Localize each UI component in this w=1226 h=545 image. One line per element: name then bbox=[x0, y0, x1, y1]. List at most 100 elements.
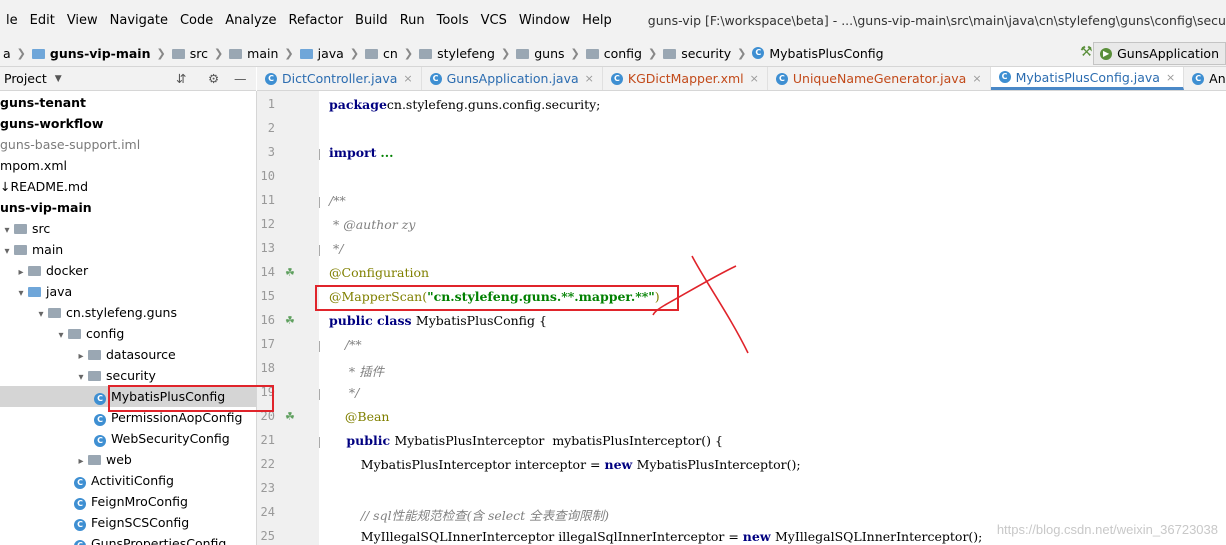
code-token: */ bbox=[329, 385, 360, 400]
breadcrumb-item[interactable]: guns-vip-main ❯ bbox=[29, 46, 169, 61]
class-icon: C bbox=[94, 393, 106, 405]
tree-item-label: WebSecurityConfig bbox=[111, 431, 230, 446]
tree-item[interactable]: ▾ src bbox=[0, 218, 256, 239]
tab-annotationbe[interactable]: C AnnotationBe bbox=[1184, 67, 1226, 90]
tree-item[interactable]: C WebSecurityConfig bbox=[0, 428, 256, 449]
code-line: @Bean bbox=[329, 409, 390, 424]
tree-item[interactable]: mpom.xml bbox=[0, 155, 256, 176]
build-hammer-icon[interactable]: ⚒ bbox=[1080, 44, 1093, 60]
tree-item[interactable]: ▸ datasource bbox=[0, 344, 256, 365]
chevron-down-icon[interactable]: ▼ bbox=[55, 74, 62, 84]
tree-item-label: datasource bbox=[106, 347, 176, 362]
file-type-icon: C bbox=[998, 71, 1011, 83]
spring-bean-icon[interactable]: ☘ bbox=[285, 266, 295, 279]
menu-item-run[interactable]: Run bbox=[394, 13, 431, 28]
maven-icon: m bbox=[0, 158, 13, 173]
breadcrumb-item[interactable]: stylefeng ❯ bbox=[416, 46, 513, 61]
line-number: 18 bbox=[260, 361, 275, 375]
tab-kgdictmapper-xml[interactable]: C KGDictMapper.xml × bbox=[603, 67, 768, 90]
close-icon[interactable]: × bbox=[585, 72, 594, 85]
tree-item[interactable]: uns-vip-main bbox=[0, 197, 256, 218]
breadcrumb-item[interactable]: a ❯ bbox=[0, 46, 29, 61]
menu-item-edit[interactable]: Edit bbox=[24, 13, 61, 28]
line-number: 1 bbox=[267, 97, 275, 111]
tree-item[interactable]: ▾ main bbox=[0, 239, 256, 260]
breadcrumb-item[interactable]: cn ❯ bbox=[362, 46, 416, 61]
menu-item-help[interactable]: Help bbox=[576, 13, 618, 28]
breadcrumb-label: guns-vip-main bbox=[49, 45, 151, 61]
gear-icon[interactable]: ⚙ bbox=[208, 71, 219, 86]
breadcrumb-item[interactable]: src ❯ bbox=[169, 46, 226, 61]
tree-toggle-icon[interactable]: ▸ bbox=[74, 451, 88, 472]
close-icon[interactable]: × bbox=[1166, 71, 1175, 84]
tree-item[interactable]: ▾ java bbox=[0, 281, 256, 302]
menu-item-window[interactable]: Window bbox=[513, 13, 576, 28]
tree-item[interactable]: ↓README.md bbox=[0, 176, 256, 197]
close-icon[interactable]: × bbox=[750, 72, 759, 85]
breadcrumb-item[interactable]: config ❯ bbox=[583, 46, 660, 61]
folder-icon bbox=[14, 224, 27, 234]
breadcrumb-item[interactable]: main ❯ bbox=[226, 46, 296, 61]
tree-item[interactable]: ▸ docker bbox=[0, 260, 256, 281]
class-icon: C bbox=[74, 477, 86, 489]
tree-item-label: security bbox=[106, 368, 156, 383]
collapse-icon[interactable]: ⇵ bbox=[176, 71, 186, 86]
tree-item[interactable]: ▾ cn.stylefeng.guns bbox=[0, 302, 256, 323]
tree-item[interactable]: guns-tenant bbox=[0, 92, 256, 113]
code-editor[interactable]: packagecn.stylefeng.guns.config.security… bbox=[320, 91, 1226, 545]
run-config-selector[interactable]: ▶ GunsApplication bbox=[1093, 42, 1226, 65]
menu-item-analyze[interactable]: Analyze bbox=[219, 13, 282, 28]
menu-item-navigate[interactable]: Navigate bbox=[104, 13, 174, 28]
breadcrumb-separator-icon: ❯ bbox=[213, 46, 224, 60]
tree-item-label: FeignMroConfig bbox=[91, 494, 188, 509]
tree-item[interactable]: C FeignMroConfig bbox=[0, 491, 256, 512]
class-icon: C bbox=[74, 519, 86, 531]
menu-item-code[interactable]: Code bbox=[174, 13, 219, 28]
code-token: cn.stylefeng.guns.config.security; bbox=[386, 97, 601, 112]
tab-dictcontroller-java[interactable]: C DictController.java × bbox=[257, 67, 422, 90]
close-icon[interactable]: × bbox=[403, 72, 412, 85]
tree-selection-highlight-box bbox=[108, 385, 274, 412]
breadcrumb-label: MybatisPlusConfig bbox=[769, 45, 884, 61]
tab-mybatisplusconfig-java[interactable]: C MybatisPlusConfig.java × bbox=[990, 67, 1185, 90]
tree-item[interactable]: ▾ config bbox=[0, 323, 256, 344]
project-tree: guns-tenant guns-workflow guns-base-suppor… bbox=[0, 91, 257, 545]
tree-toggle-icon[interactable]: ▾ bbox=[74, 367, 88, 388]
code-token: MybatisPlusInterceptor mybatisPlusInterc… bbox=[394, 433, 723, 448]
menu-item-le[interactable]: le bbox=[0, 13, 24, 28]
spring-bean-icon[interactable]: ☘ bbox=[285, 314, 295, 327]
tree-toggle-icon[interactable]: ▸ bbox=[74, 346, 88, 367]
tree-item[interactable]: ▾ security bbox=[0, 365, 256, 386]
menu-item-vcs[interactable]: VCS bbox=[475, 13, 513, 28]
menu-item-tools[interactable]: Tools bbox=[431, 13, 475, 28]
tree-toggle-icon[interactable]: ▾ bbox=[54, 325, 68, 346]
code-token: MyIllegalSQLInnerInterceptor(); bbox=[774, 529, 983, 544]
tree-toggle-icon[interactable]: ▾ bbox=[14, 283, 28, 304]
breadcrumb-item[interactable]: guns ❯ bbox=[513, 46, 583, 61]
tree-item[interactable]: C GunsPropertiesConfig bbox=[0, 533, 256, 545]
project-panel-title[interactable]: Project bbox=[4, 71, 47, 86]
watermark: https://blog.csdn.net/weixin_36723038 bbox=[996, 522, 1218, 537]
breadcrumb-item[interactable]: C MybatisPlusConfig bbox=[749, 46, 886, 61]
tab-uniquenamegenerator-java[interactable]: C UniqueNameGenerator.java × bbox=[768, 67, 991, 90]
tree-toggle-icon[interactable]: ▾ bbox=[34, 304, 48, 325]
breadcrumb-item[interactable]: java ❯ bbox=[297, 46, 362, 61]
tree-item[interactable]: C FeignSCSConfig bbox=[0, 512, 256, 533]
menu-item-view[interactable]: View bbox=[61, 13, 104, 28]
tree-toggle-icon[interactable]: ▸ bbox=[14, 262, 28, 283]
menu-item-build[interactable]: Build bbox=[349, 13, 394, 28]
line-number: 14 bbox=[260, 265, 275, 279]
tree-item[interactable]: C ActivitiConfig bbox=[0, 470, 256, 491]
spring-bean-icon[interactable]: ☘ bbox=[285, 410, 295, 423]
tree-item[interactable]: ▸ web bbox=[0, 449, 256, 470]
minimize-icon[interactable]: — bbox=[234, 71, 247, 86]
tree-item[interactable]: guns-workflow bbox=[0, 113, 256, 134]
close-icon[interactable]: × bbox=[972, 72, 981, 85]
tree-toggle-icon[interactable]: ▾ bbox=[0, 241, 14, 262]
breadcrumb-item[interactable]: security ❯ bbox=[660, 46, 749, 61]
menu-item-refactor[interactable]: Refactor bbox=[283, 13, 350, 28]
tree-toggle-icon[interactable]: ▾ bbox=[0, 220, 14, 241]
tab-gunsapplication-java[interactable]: C GunsApplication.java × bbox=[422, 67, 603, 90]
line-number: 23 bbox=[260, 481, 275, 495]
tree-item[interactable]: guns-base-support.iml bbox=[0, 134, 256, 155]
